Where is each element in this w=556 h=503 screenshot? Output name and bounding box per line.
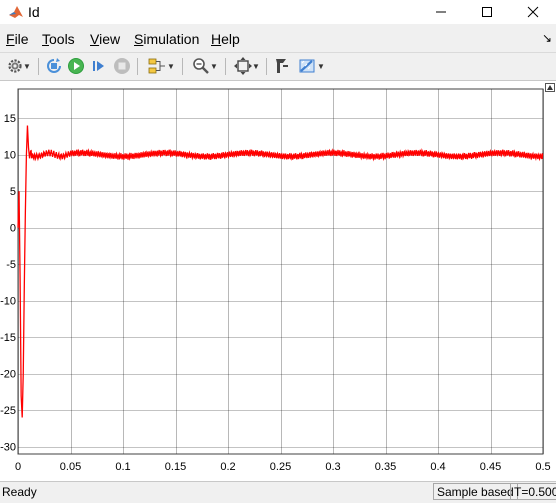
step-forward-button[interactable]	[89, 56, 109, 76]
close-button[interactable]	[510, 0, 556, 24]
toolbar: ▼ ▼ ▼ ▼ ▼	[0, 52, 556, 79]
menu-simulation-label: imulation	[143, 31, 200, 47]
maximize-button[interactable]	[464, 0, 510, 24]
stop-loop-button[interactable]	[44, 56, 64, 76]
x-tick-label: 0.4	[430, 461, 445, 473]
y-tick-label: -10	[0, 296, 16, 308]
style-icon	[276, 59, 288, 73]
y-tick-label: -15	[0, 332, 16, 344]
chevron-down-icon: ▼	[252, 61, 260, 71]
stop-icon	[114, 58, 130, 74]
x-tick-label: 0	[15, 461, 21, 473]
step-forward-icon	[93, 61, 104, 71]
undock-arrow-icon[interactable]	[545, 83, 555, 92]
menu-help-label: elp	[221, 31, 240, 47]
chevron-down-icon: ▼	[23, 61, 31, 71]
zoom-icon	[193, 58, 209, 74]
minimize-icon	[436, 11, 446, 13]
chevron-down-icon: ▼	[317, 61, 325, 71]
x-tick-label: 0.5	[535, 461, 550, 473]
gear-icon	[8, 59, 22, 73]
scope-display[interactable]: 0 0.05 0.1 0.15 0.2 0.25 0.3 0.35 0.4 0.45 0.5 15 10…	[0, 80, 556, 483]
matlab-logo-icon	[9, 6, 23, 18]
toolbar-separator	[225, 58, 226, 75]
minimize-button[interactable]	[418, 0, 464, 24]
menu-tools-mnemonic: T	[42, 31, 49, 47]
close-icon	[527, 6, 539, 18]
y-tick-label: 0	[10, 223, 16, 235]
menu-help[interactable]: Help	[211, 31, 240, 47]
menu-simulation[interactable]: Simulation	[134, 31, 199, 47]
plot-canvas[interactable]: 0 0.05 0.1 0.15 0.2 0.25 0.3 0.35 0.4 0.45 0.5 15 10…	[0, 81, 556, 483]
menu-simulation-mnemonic: S	[134, 31, 144, 47]
plot-frame	[17, 88, 544, 455]
x-tick-label: 0.3	[325, 461, 340, 473]
y-tick-label: -20	[0, 369, 16, 381]
menu-file-label: ile	[14, 31, 29, 47]
stop-loop-icon	[47, 58, 61, 73]
menu-file[interactable]: File	[6, 31, 29, 47]
status-time: T=0.500	[510, 483, 556, 500]
menu-file-mnemonic: F	[6, 31, 15, 47]
measurements-icon	[299, 59, 315, 73]
window-title: Id	[28, 4, 40, 20]
y-tick-label: 10	[4, 150, 16, 162]
maximize-icon	[482, 7, 492, 17]
dock-arrow-icon[interactable]: ↘	[542, 31, 552, 45]
x-tick-label: 0.2	[220, 461, 235, 473]
status-mode: Sample based	[433, 483, 518, 500]
toolbar-separator	[266, 58, 267, 75]
fit-to-view-icon	[234, 57, 253, 75]
chevron-down-icon: ▼	[167, 61, 175, 71]
status-bar: Ready Sample based T=0.500	[0, 481, 556, 503]
signal-selector-button[interactable]: ▼	[143, 56, 179, 76]
fit-to-view-button[interactable]: ▼	[230, 56, 264, 76]
y-tick-label: -5	[6, 259, 16, 271]
configuration-button[interactable]: ▼	[3, 56, 35, 76]
toolbar-separator	[38, 58, 39, 75]
toolbar-separator	[137, 58, 138, 75]
x-tick-label: 0.1	[115, 461, 130, 473]
zoom-button[interactable]: ▼	[188, 56, 222, 76]
stop-button[interactable]	[112, 56, 132, 76]
signal-selector-icon	[148, 58, 166, 74]
x-tick-label: 0.05	[60, 461, 81, 473]
menu-tools-label: ools	[49, 31, 75, 47]
menu-help-mnemonic: H	[211, 31, 222, 47]
y-tick-label: -25	[0, 405, 16, 417]
menu-bar: File Tools View Simulation Help ↘	[0, 29, 556, 49]
status-ready: Ready	[2, 485, 37, 499]
menu-view-label: iew	[99, 31, 121, 47]
style-button[interactable]	[271, 56, 291, 76]
y-tick-label: 5	[10, 186, 16, 198]
toolbar-separator	[182, 58, 183, 75]
run-icon	[68, 58, 84, 74]
measurements-button[interactable]: ▼	[294, 56, 328, 76]
title-bar: Id	[0, 0, 556, 24]
menu-tools[interactable]: Tools	[42, 31, 75, 47]
x-tick-label: 0.35	[375, 461, 396, 473]
chevron-down-icon: ▼	[210, 61, 218, 71]
menu-view[interactable]: View	[90, 31, 120, 47]
y-tick-label: 15	[4, 113, 16, 125]
x-tick-label: 0.45	[480, 461, 501, 473]
menu-view-mnemonic: V	[90, 31, 100, 47]
x-tick-label: 0.25	[270, 461, 291, 473]
x-tick-label: 0.15	[165, 461, 186, 473]
y-tick-label: -30	[0, 442, 16, 454]
run-button[interactable]	[66, 56, 86, 76]
